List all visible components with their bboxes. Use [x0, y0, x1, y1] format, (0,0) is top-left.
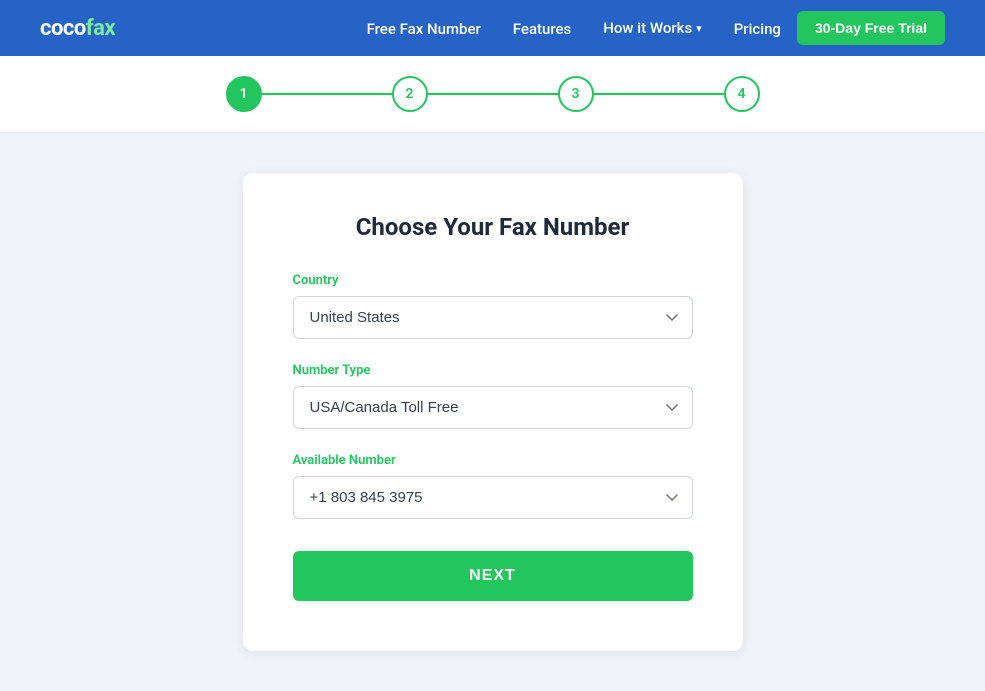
nav-how-it-works[interactable]: How it Works ▾ [603, 19, 701, 37]
next-button[interactable]: NEXT [293, 551, 693, 601]
available-number-select[interactable]: +1 803 845 3975 +1 803 845 3976 +1 803 8… [293, 476, 693, 519]
chevron-down-icon: ▾ [696, 22, 702, 35]
nav-pricing[interactable]: Pricing [734, 20, 781, 38]
stepper-bar: 1 2 3 4 [0, 56, 985, 133]
trial-button[interactable]: 30-Day Free Trial [797, 11, 945, 45]
number-type-label: Number Type [293, 363, 693, 378]
stepper: 1 2 3 4 [226, 76, 760, 112]
step-2: 2 [392, 76, 428, 112]
number-type-group: Number Type USA/Canada Toll Free Local N… [293, 363, 693, 429]
step-1: 1 [226, 76, 262, 112]
country-select[interactable]: United States Canada United Kingdom Aust… [293, 296, 693, 339]
number-type-select[interactable]: USA/Canada Toll Free Local Number [293, 386, 693, 429]
available-number-group: Available Number +1 803 845 3975 +1 803 … [293, 453, 693, 519]
card-title: Choose Your Fax Number [293, 213, 693, 241]
navbar: cocofax Free Fax Number Features How it … [0, 0, 985, 56]
step-4: 4 [724, 76, 760, 112]
available-number-label: Available Number [293, 453, 693, 468]
country-group: Country United States Canada United King… [293, 273, 693, 339]
main-content: Choose Your Fax Number Country United St… [0, 133, 985, 691]
country-label: Country [293, 273, 693, 288]
step-3: 3 [558, 76, 594, 112]
step-line-3 [594, 93, 724, 95]
nav-links: Free Fax Number Features How it Works ▾ … [367, 19, 781, 38]
nav-free-fax-number[interactable]: Free Fax Number [367, 20, 481, 38]
form-card: Choose Your Fax Number Country United St… [243, 173, 743, 651]
nav-features[interactable]: Features [513, 20, 571, 38]
logo: cocofax [40, 16, 115, 41]
step-line-2 [428, 93, 558, 95]
step-line-1 [262, 93, 392, 95]
